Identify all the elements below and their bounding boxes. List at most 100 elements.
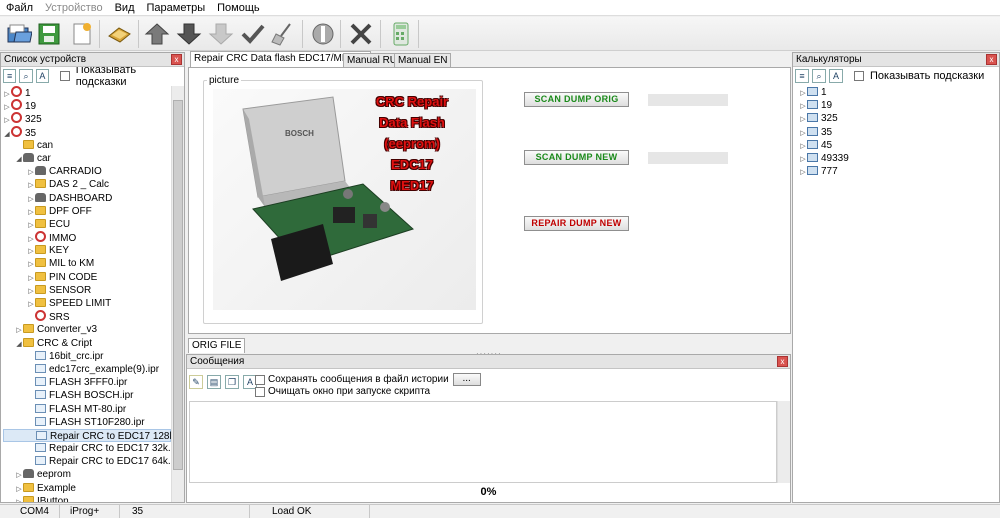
collapsed-arrow-icon[interactable]: ▷ xyxy=(27,245,35,258)
collapsed-arrow-icon[interactable]: ▷ xyxy=(15,496,23,502)
expanded-arrow-icon[interactable]: ◢ xyxy=(15,153,23,166)
collapsed-arrow-icon[interactable]: ▷ xyxy=(799,153,807,166)
arrow-up-icon[interactable] xyxy=(142,19,172,49)
new-file-icon[interactable] xyxy=(66,19,96,49)
calculator-item[interactable]: ▷ 325 xyxy=(799,112,989,125)
collapsed-arrow-icon[interactable]: ▷ xyxy=(27,258,35,271)
arrow-down-disabled-icon[interactable] xyxy=(206,19,236,49)
calculator-item[interactable]: ▷ 777 xyxy=(799,165,989,178)
checkmark-icon[interactable] xyxy=(238,19,268,49)
menu-help[interactable]: Помощь xyxy=(211,2,266,14)
tree-item[interactable]: ◢ car xyxy=(3,152,171,165)
close-panel-icon[interactable]: x xyxy=(986,54,997,65)
tab-orig-file[interactable]: ORIG FILE xyxy=(188,338,246,353)
arrow-down-icon[interactable] xyxy=(174,19,204,49)
expanded-arrow-icon[interactable]: ◢ xyxy=(15,338,23,351)
pencil-icon[interactable]: ✎ xyxy=(189,375,203,389)
scrollbar-thumb[interactable] xyxy=(173,100,183,470)
collapsed-arrow-icon[interactable]: ▷ xyxy=(799,87,807,100)
tree-item[interactable]: can xyxy=(3,139,171,152)
tree-item[interactable]: FLASH 3FFF0.ipr xyxy=(3,376,171,389)
tree-item[interactable]: edc17crc_example(9).ipr xyxy=(3,363,171,376)
tree-item[interactable]: Repair CRC to EDC17 64k.ipr xyxy=(3,455,171,468)
tree-item[interactable]: ▷ 19 xyxy=(3,99,171,112)
open-folder-icon[interactable] xyxy=(4,19,34,49)
calculator-item[interactable]: ▷ 35 xyxy=(799,126,989,139)
collapsed-arrow-icon[interactable]: ▷ xyxy=(799,166,807,179)
menu-device[interactable]: Устройство xyxy=(39,2,109,14)
scan-dump-orig-button[interactable]: SCAN DUMP ORIG xyxy=(524,92,629,107)
menu-parameters[interactable]: Параметры xyxy=(141,2,212,14)
broom-icon[interactable] xyxy=(268,19,298,49)
device-tree-scrollbar[interactable] xyxy=(171,86,184,502)
tree-item[interactable]: ▷ DAS 2 _ Calc xyxy=(3,178,171,191)
tree-item[interactable]: 16bit_crc.ipr xyxy=(3,350,171,363)
tree-item[interactable]: ▷ 1 xyxy=(3,86,171,99)
calculator-item[interactable]: ▷ 45 xyxy=(799,139,989,152)
tree-item[interactable]: ▷ CARRADIO xyxy=(3,165,171,178)
show-hints-checkbox[interactable] xyxy=(60,71,70,81)
collapsed-arrow-icon[interactable]: ▷ xyxy=(27,285,35,298)
close-panel-icon[interactable]: x xyxy=(171,54,182,65)
menu-view[interactable]: Вид xyxy=(109,2,141,14)
calculator-icon[interactable] xyxy=(386,19,416,49)
font-icon[interactable]: A xyxy=(829,69,843,83)
tree-item[interactable]: ▷ KEY xyxy=(3,244,171,257)
tree-item[interactable]: FLASH ST10F280.ipr xyxy=(3,416,171,429)
tree-item[interactable]: FLASH BOSCH.ipr xyxy=(3,389,171,402)
tree-item[interactable]: ▷ Converter_v3 xyxy=(3,323,171,336)
collapsed-arrow-icon[interactable]: ▷ xyxy=(799,100,807,113)
collapsed-arrow-icon[interactable]: ▷ xyxy=(27,272,35,285)
tree-item[interactable]: ▷ SENSOR xyxy=(3,284,171,297)
copy-icon[interactable]: ❐ xyxy=(225,375,239,389)
search-icon[interactable]: ⌕ xyxy=(812,69,826,83)
calculator-item[interactable]: ▷ 19 xyxy=(799,99,989,112)
tree-view-icon[interactable]: ≡ xyxy=(795,69,809,83)
messages-log[interactable] xyxy=(189,401,777,483)
collapsed-arrow-icon[interactable]: ▷ xyxy=(799,127,807,140)
collapsed-arrow-icon[interactable]: ▷ xyxy=(27,166,35,179)
collapsed-arrow-icon[interactable]: ▷ xyxy=(15,469,23,482)
tree-item[interactable]: ▷ Example xyxy=(3,482,171,495)
tree-item[interactable]: ▷ DPF OFF xyxy=(3,205,171,218)
menu-file[interactable]: Файл xyxy=(0,2,39,14)
tree-view-icon[interactable]: ≡ xyxy=(3,69,17,83)
scan-dump-new-button[interactable]: SCAN DUMP NEW xyxy=(524,150,629,165)
repair-dump-new-button[interactable]: REPAIR DUMP NEW xyxy=(524,216,629,231)
collapsed-arrow-icon[interactable]: ▷ xyxy=(15,483,23,496)
save-icon[interactable] xyxy=(34,19,64,49)
tab-manual-ru[interactable]: Manual RU xyxy=(343,53,402,67)
tree-item[interactable]: ▷ DASHBOARD xyxy=(3,192,171,205)
calculator-item[interactable]: ▷ 1 xyxy=(799,86,989,99)
collapsed-arrow-icon[interactable]: ▷ xyxy=(27,206,35,219)
collapsed-arrow-icon[interactable]: ▷ xyxy=(27,179,35,192)
document-icon[interactable]: ▤ xyxy=(207,375,221,389)
tree-item[interactable]: ◢ CRC & Cript xyxy=(3,337,171,350)
tree-item[interactable]: ▷ MIL to KM xyxy=(3,257,171,270)
messages-scrollbar[interactable] xyxy=(777,401,790,483)
tree-item[interactable]: FLASH MT-80.ipr xyxy=(3,403,171,416)
tree-item[interactable]: ▷ IButton xyxy=(3,495,171,502)
tree-item[interactable]: SRS xyxy=(3,310,171,323)
collapsed-arrow-icon[interactable]: ▷ xyxy=(27,193,35,206)
tab-manual-en[interactable]: Manual EN xyxy=(394,53,452,67)
calculator-item[interactable]: ▷ 49339 xyxy=(799,152,989,165)
show-hints-checkbox[interactable] xyxy=(854,71,864,81)
save-history-checkbox[interactable] xyxy=(255,374,265,385)
collapsed-arrow-icon[interactable]: ▷ xyxy=(27,298,35,311)
tree-item[interactable]: ▷ IMMO xyxy=(3,231,171,244)
collapsed-arrow-icon[interactable]: ▷ xyxy=(799,113,807,126)
collapsed-arrow-icon[interactable]: ▷ xyxy=(15,324,23,337)
tree-item[interactable]: ▷ ECU xyxy=(3,218,171,231)
collapsed-arrow-icon[interactable]: ▷ xyxy=(27,219,35,232)
tree-item[interactable]: ▷ eeprom xyxy=(3,468,171,481)
chip-icon[interactable] xyxy=(104,19,134,49)
stop-icon[interactable] xyxy=(308,19,338,49)
close-panel-icon[interactable]: x xyxy=(777,356,788,367)
close-icon[interactable] xyxy=(346,19,376,49)
font-icon[interactable]: A xyxy=(35,69,50,83)
browse-button[interactable]: ... xyxy=(452,373,481,386)
tree-item[interactable]: ◢ 35 xyxy=(3,125,171,139)
tree-item[interactable]: ▷ 325 xyxy=(3,112,171,125)
tree-item[interactable]: Repair CRC to EDC17 128k.ipr xyxy=(3,428,171,443)
